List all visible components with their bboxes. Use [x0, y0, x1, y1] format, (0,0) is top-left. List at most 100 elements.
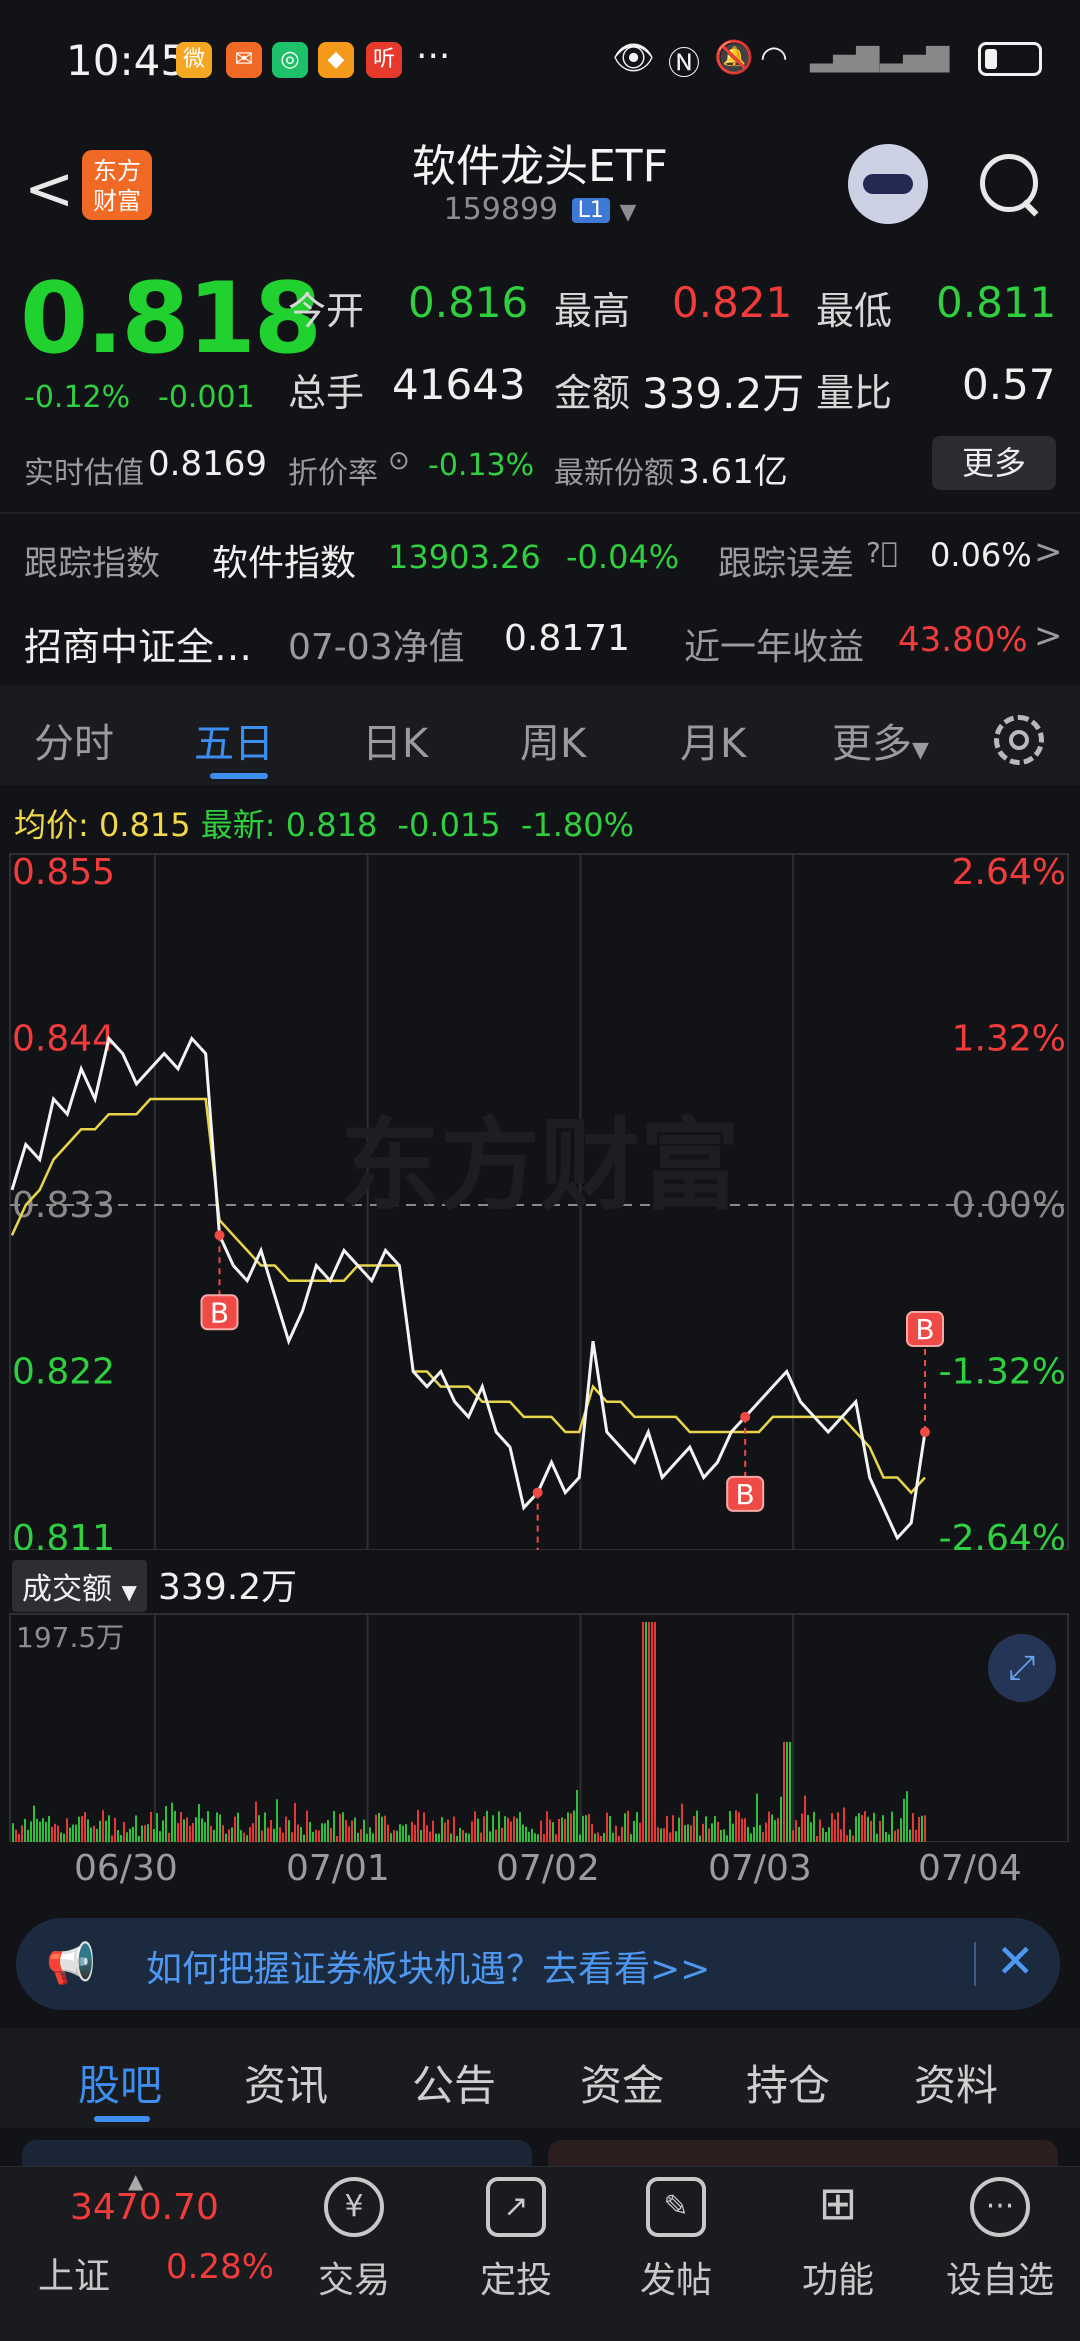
- chevron-right-icon[interactable]: >: [1034, 616, 1063, 656]
- volume-bar: [36, 1818, 38, 1842]
- volume-bar: [801, 1813, 803, 1842]
- volume-bar: [153, 1829, 155, 1842]
- volume-bar: [762, 1832, 764, 1842]
- listen-icon: 听: [366, 42, 402, 78]
- volume-bar: [102, 1810, 104, 1842]
- volume-bar: [126, 1832, 128, 1842]
- y-tick-right: 1.32%: [952, 1019, 1066, 1060]
- tab-five-day[interactable]: 五日: [194, 711, 274, 769]
- gear-icon[interactable]: [994, 715, 1044, 765]
- tab-news[interactable]: 资讯: [244, 2052, 328, 2113]
- volume-bar: [456, 1835, 458, 1842]
- volume-bar: [699, 1835, 701, 1842]
- volume-bar: [897, 1828, 899, 1842]
- tracking-index-name[interactable]: 软件指数: [212, 534, 356, 586]
- y-tick-left: 0.822: [12, 1352, 115, 1393]
- tab-weekly-k[interactable]: 周K: [520, 711, 586, 769]
- volume-bar: [639, 1822, 641, 1842]
- change-pct: -0.12%: [24, 380, 131, 415]
- volume-bar: [876, 1833, 878, 1842]
- tab-guba[interactable]: 股吧: [78, 2052, 162, 2113]
- question-icon[interactable]: ?⃝: [866, 536, 898, 569]
- search-icon[interactable]: [980, 154, 1038, 212]
- volume-bar: [486, 1810, 488, 1842]
- year-return-label: 近一年收益: [684, 627, 865, 668]
- volume-bar: [774, 1820, 776, 1842]
- volume-bar: [141, 1825, 143, 1842]
- volume-bar: [390, 1833, 392, 1842]
- volume-bar: [528, 1831, 530, 1842]
- volume-bar: [771, 1814, 773, 1842]
- volume-bar: [825, 1832, 827, 1842]
- buy-mark-label: B: [915, 1313, 934, 1346]
- divider: [0, 512, 1080, 514]
- ratio-value: 0.57: [962, 360, 1056, 409]
- estimate-label: 实时估值: [24, 456, 144, 491]
- volume-bar: [270, 1819, 272, 1842]
- tab-more[interactable]: 更多▼: [832, 711, 929, 769]
- volume-bar: [411, 1821, 413, 1842]
- nav-trade[interactable]: ¥ 交易: [294, 2177, 414, 2303]
- price-chart[interactable]: 东方财富 0.855 2.64% 0.844 1.32% 0.833 0.00% 0.822…: [0, 850, 1080, 1550]
- volume-bar: [111, 1835, 113, 1842]
- tab-monthly-k[interactable]: 月K: [680, 711, 746, 769]
- tab-daily-k[interactable]: 日K: [362, 711, 428, 769]
- tab-profile[interactable]: 资料: [914, 2052, 998, 2113]
- volume-bar: [18, 1833, 20, 1842]
- volume-bar: [843, 1807, 845, 1842]
- volume-bar: [576, 1789, 578, 1842]
- yen-icon: ¥: [324, 2177, 384, 2237]
- nav-functions[interactable]: ⊞ 功能: [778, 2177, 898, 2303]
- volume-bar: [858, 1813, 860, 1842]
- banner-text[interactable]: 如何把握证券板块机遇？去看看>>: [146, 1940, 710, 1992]
- index-name: 上证: [38, 2256, 111, 2297]
- fund-name[interactable]: 招商中证全…: [24, 616, 252, 671]
- close-icon[interactable]: ✕: [996, 1934, 1035, 1988]
- volume-bar: [120, 1835, 122, 1842]
- volume-bar: [435, 1833, 437, 1842]
- volume-bar: [603, 1832, 605, 1842]
- volume-bar: [780, 1796, 782, 1842]
- nav-invest[interactable]: ↗ 定投: [456, 2177, 576, 2303]
- nav-add-watch[interactable]: ··· 设自选: [940, 2177, 1060, 2303]
- header: < 东方 财富 软件龙头ETF 159899 L1 ▼: [0, 120, 1080, 250]
- volume-bar: [447, 1819, 449, 1842]
- current-price: 0.818: [20, 262, 322, 376]
- buy-mark-dot: [740, 1411, 751, 1422]
- volume-bar: [732, 1823, 734, 1842]
- tab-intraday[interactable]: 分时: [34, 711, 114, 769]
- volume-bar: [621, 1826, 623, 1842]
- volume-bar: [180, 1812, 182, 1842]
- promo-banner[interactable]: 📢 如何把握证券板块机遇？去看看>> ✕: [16, 1918, 1060, 2010]
- index-value[interactable]: 3470.70: [70, 2187, 219, 2228]
- tab-announcements[interactable]: 公告: [412, 2052, 496, 2113]
- tab-funds[interactable]: 资金: [580, 2052, 664, 2113]
- chevron-right-icon[interactable]: >: [1034, 532, 1063, 572]
- volume-bar: [516, 1818, 518, 1842]
- volume-bar: [513, 1816, 515, 1842]
- nav-post[interactable]: ✎ 发帖: [616, 2177, 736, 2303]
- volume-bar: [546, 1811, 548, 1842]
- high-value: 0.821: [672, 278, 793, 327]
- volume-bar: [633, 1820, 635, 1842]
- tab-holdings[interactable]: 持仓: [746, 2052, 830, 2113]
- volume-bar: [894, 1830, 896, 1842]
- shares-label: 最新份额: [554, 456, 674, 491]
- x-tick-label: 06/30: [74, 1848, 178, 1889]
- volume-dropdown[interactable]: 成交额 ▼: [12, 1560, 147, 1612]
- volume-bar: [549, 1819, 551, 1842]
- more-button[interactable]: 更多: [932, 436, 1056, 490]
- tracking-error-value: 0.06%: [930, 536, 1032, 574]
- volume-bar: [213, 1829, 215, 1842]
- volume-bar: [558, 1818, 560, 1842]
- volume-bar: [903, 1798, 905, 1842]
- info-circle-icon[interactable]: ⊙: [388, 446, 410, 476]
- expand-icon[interactable]: ⤢: [988, 1634, 1056, 1702]
- volume-bar: [567, 1812, 569, 1842]
- volume-bar: [438, 1833, 440, 1842]
- assistant-robot-icon[interactable]: [848, 144, 928, 224]
- volume-bar: [741, 1818, 743, 1842]
- volume-bar: [606, 1812, 608, 1842]
- volume-bar: [375, 1814, 377, 1842]
- volume-bar: [399, 1824, 401, 1842]
